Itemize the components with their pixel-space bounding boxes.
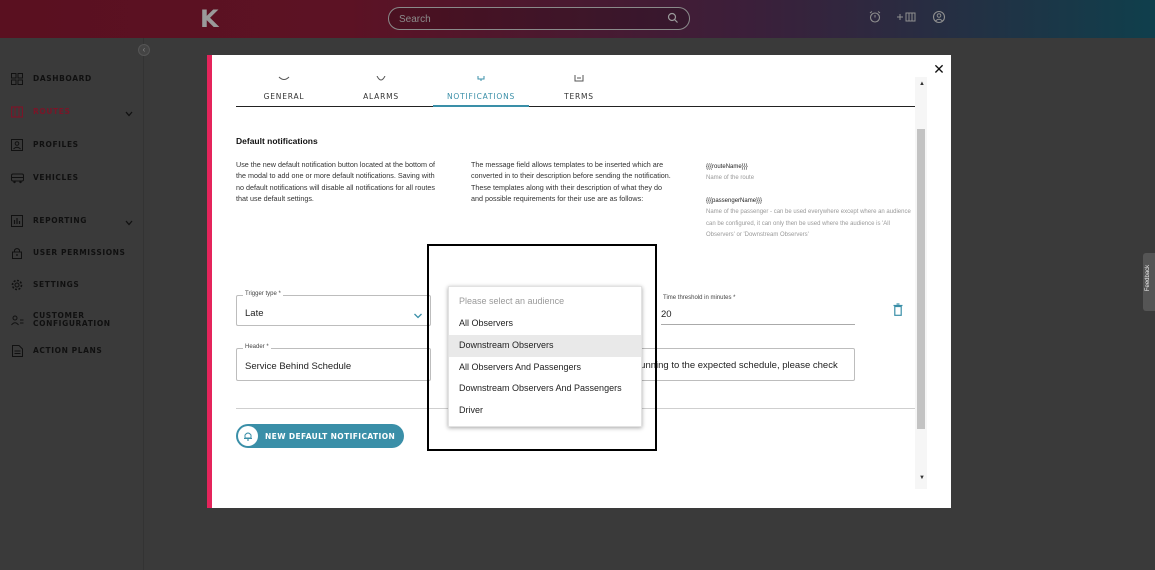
sidebar-item-label: VEHICLES — [33, 173, 79, 182]
time-threshold-value: 20 — [661, 309, 672, 320]
tab-terms[interactable]: TERMS — [554, 73, 604, 107]
message-input[interactable]: running to the expected schedule, please… — [632, 348, 855, 381]
document-icon — [10, 344, 24, 358]
feedback-label: Feedback — [1145, 264, 1151, 292]
modal-scrollbar[interactable]: ▲ ▼ — [915, 77, 927, 489]
sidebar-item-label: ROUTES — [33, 107, 71, 116]
sidebar-item-reporting[interactable]: REPORTING — [10, 213, 138, 229]
sidebar-item-profiles[interactable]: PROFILES — [10, 137, 138, 153]
audience-option[interactable]: Downstream Observers — [449, 335, 641, 357]
sidebar-item-user-permissions[interactable]: USER PERMISSIONS — [10, 245, 138, 261]
tab-notifications[interactable]: NOTIFICATIONS — [433, 73, 529, 107]
search-box[interactable] — [388, 7, 690, 30]
sidebar-item-label: USER PERMISSIONS — [33, 248, 126, 257]
gear-icon — [10, 278, 24, 292]
trigger-type-value: Late — [245, 308, 264, 319]
top-bar: K — [0, 0, 1155, 38]
terms-icon — [574, 69, 584, 87]
scrollbar-thumb[interactable] — [917, 129, 925, 429]
sidebar: ‹ DASHBOARD ROUTES PROFILES VEHICLES REP… — [0, 38, 150, 570]
sidebar-item-label: REPORTING — [33, 216, 87, 225]
trigger-type-select[interactable]: Trigger type * Late — [236, 291, 431, 326]
sidebar-item-customer-configuration[interactable]: CUSTOMER CONFIGURATION — [10, 309, 138, 331]
tab-label: GENERAL — [263, 92, 305, 101]
user-account-icon[interactable] — [932, 10, 946, 29]
app-logo[interactable]: K — [200, 6, 222, 32]
add-item-icon[interactable] — [896, 10, 918, 29]
tab-general[interactable]: GENERAL — [250, 73, 318, 107]
section-title: Default notifications — [236, 136, 318, 146]
audience-option[interactable]: All Observers — [449, 313, 641, 335]
new-default-notification-button[interactable]: NEW DEFAULT NOTIFICATION — [236, 424, 404, 448]
audience-dropdown-menu[interactable]: Please select an audience All Observers … — [448, 286, 642, 427]
reporting-icon — [10, 214, 24, 228]
template-key: {{{passengerName}}} — [706, 197, 763, 204]
general-icon — [278, 69, 290, 87]
dashboard-icon — [10, 72, 24, 86]
audience-placeholder: Please select an audience — [459, 296, 565, 306]
vehicle-icon — [10, 171, 24, 185]
tab-label: NOTIFICATIONS — [446, 92, 516, 101]
routes-icon — [10, 105, 24, 119]
field-label: Header * — [243, 344, 271, 350]
close-icon[interactable]: ✕ — [932, 63, 946, 77]
sidebar-item-label: ACTION PLANS — [33, 346, 103, 355]
sidebar-item-label: SETTINGS — [33, 280, 80, 289]
alarm-icon — [376, 69, 386, 87]
audience-option[interactable]: Downstream Observers And Passengers — [449, 378, 641, 400]
sidebar-item-action-plans[interactable]: ACTION PLANS — [10, 343, 138, 359]
audience-option[interactable]: Driver — [449, 400, 641, 422]
profile-icon — [10, 138, 24, 152]
sidebar-collapse-toggle[interactable]: ‹ — [138, 44, 150, 56]
tab-label: TERMS — [564, 92, 594, 101]
field-label: Time threshold in minutes * — [661, 295, 738, 301]
sidebar-item-dashboard[interactable]: DASHBOARD — [10, 71, 138, 87]
feedback-tab[interactable]: Feedback — [1143, 253, 1155, 311]
alarm-clock-icon[interactable] — [868, 10, 882, 29]
bell-icon — [476, 69, 486, 87]
search-input[interactable] — [399, 11, 659, 27]
chevron-down-icon[interactable] — [413, 307, 423, 325]
field-label: Trigger type * — [243, 291, 283, 297]
message-value: running to the expected schedule, please… — [637, 360, 838, 371]
button-label: NEW DEFAULT NOTIFICATION — [265, 431, 396, 441]
sidebar-item-routes[interactable]: ROUTES — [10, 104, 138, 120]
sidebar-item-vehicles[interactable]: VEHICLES — [10, 170, 138, 186]
search-icon[interactable] — [667, 11, 679, 29]
lock-icon — [10, 246, 24, 260]
sidebar-item-label: CUSTOMER CONFIGURATION — [33, 311, 111, 328]
sidebar-item-label: DASHBOARD — [33, 74, 92, 83]
users-icon — [10, 313, 24, 327]
tab-label: ALARMS — [363, 92, 399, 101]
tab-alarms[interactable]: ALARMS — [346, 73, 416, 107]
sidebar-item-label: PROFILES — [33, 140, 79, 149]
template-description: Name of the route — [706, 175, 755, 182]
chevron-down-icon[interactable] — [124, 106, 134, 124]
audience-option[interactable]: All Observers And Passengers — [449, 357, 641, 379]
template-help-text: The message field allows templates to be… — [471, 160, 671, 204]
chevron-down-icon[interactable] — [124, 215, 134, 233]
template-description: Name of the passenger - can be used ever… — [706, 209, 911, 239]
trash-icon[interactable] — [893, 303, 903, 321]
header-value: Service Behind Schedule — [245, 361, 352, 372]
scroll-up-arrow-icon[interactable]: ▲ — [919, 81, 925, 87]
template-key: {{{routeName}}} — [706, 164, 748, 170]
sidebar-item-settings[interactable]: SETTINGS — [10, 277, 138, 293]
scroll-down-arrow-icon[interactable]: ▼ — [919, 475, 925, 481]
bell-add-icon — [238, 426, 258, 446]
time-threshold-input[interactable]: Time threshold in minutes * 20 — [661, 295, 855, 325]
default-notifications-description: Use the new default notification button … — [236, 160, 435, 204]
header-input[interactable]: Header * Service Behind Schedule — [236, 344, 431, 381]
modal-tabs: GENERAL ALARMS NOTIFICATIONS TERMS — [236, 73, 919, 107]
template-list: {{{routeName}}} Name of the route {{{pas… — [706, 162, 916, 241]
